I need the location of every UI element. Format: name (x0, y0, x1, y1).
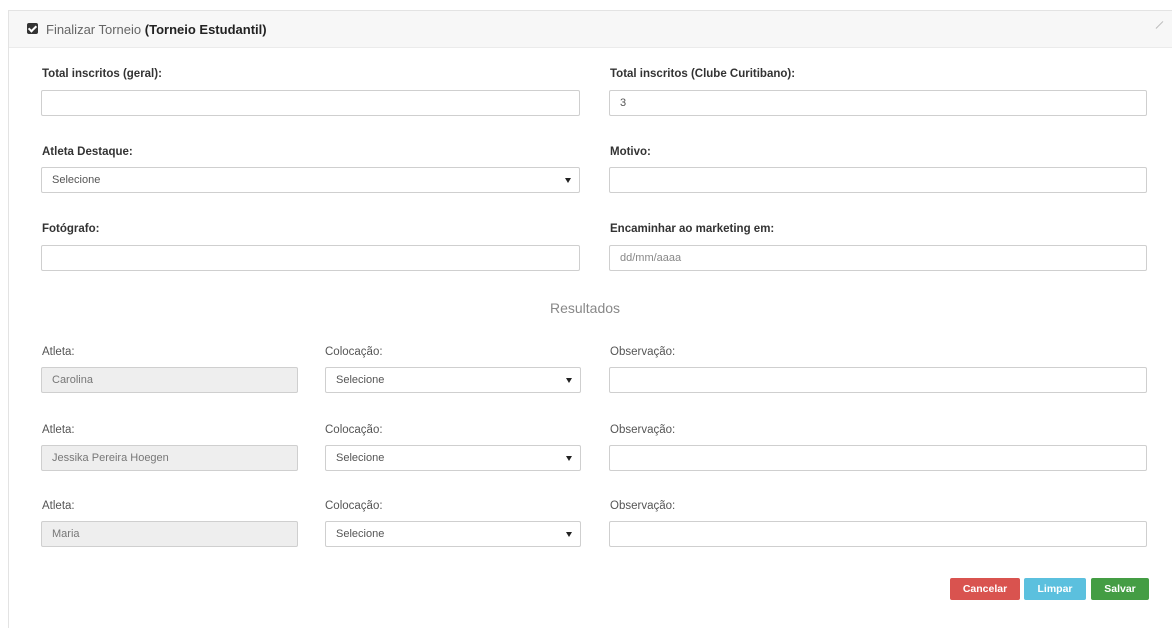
atleta-field: Jessika Pereira Hoegen (41, 445, 298, 471)
marketing-label: Encaminhar ao marketing em: (610, 223, 775, 235)
cancel-button[interactable]: Cancelar (950, 578, 1020, 600)
dropdown-arrow-icon (566, 378, 572, 383)
expand-icon[interactable] (1155, 21, 1171, 36)
panel-title-prefix: Finalizar Torneio (46, 22, 142, 37)
colocacao-label: Colocação: (325, 500, 383, 512)
atleta-label: Atleta: (42, 500, 75, 512)
colocacao-value: Selecione (336, 374, 385, 386)
panel-title-tournament: (Torneio Estudantil) (144, 22, 267, 37)
colocacao-label: Colocação: (325, 424, 383, 436)
colocacao-value: Selecione (336, 452, 385, 464)
results-title: Resultados (550, 300, 621, 316)
atleta-label: Atleta: (42, 346, 75, 358)
total-clube-label: Total inscritos (Clube Curitibano): (610, 68, 796, 80)
colocacao-label: Colocação: (325, 346, 383, 358)
panel-title: Finalizar Torneio (Torneio Estudantil) (46, 22, 267, 37)
atleta-field: Carolina (41, 367, 298, 393)
observacao-label: Observação: (610, 500, 676, 512)
observacao-input[interactable] (609, 521, 1147, 547)
motivo-input[interactable] (609, 167, 1147, 193)
panel-header: Finalizar Torneio (Torneio Estudantil) (9, 11, 1172, 48)
atleta-destaque-value: Selecione (52, 174, 101, 186)
colocacao-value: Selecione (336, 528, 385, 540)
atleta-destaque-select[interactable]: Selecione (41, 167, 580, 193)
motivo-label: Motivo: (610, 146, 651, 158)
observacao-input[interactable] (609, 367, 1147, 393)
clear-button[interactable]: Limpar (1024, 578, 1086, 600)
fotografo-input[interactable] (41, 245, 580, 271)
colocacao-select[interactable]: Selecione (325, 521, 581, 547)
total-clube-input[interactable]: 3 (609, 90, 1147, 116)
dropdown-arrow-icon (565, 178, 571, 183)
marketing-date-input[interactable]: dd/mm/aaaa (609, 245, 1147, 271)
atleta-destaque-label: Atleta Destaque: (42, 146, 133, 158)
observacao-label: Observação: (610, 346, 676, 358)
colocacao-select[interactable]: Selecione (325, 367, 581, 393)
dropdown-arrow-icon (566, 532, 572, 537)
total-geral-input[interactable] (41, 90, 580, 116)
observacao-label: Observação: (610, 424, 676, 436)
atleta-field: Maria (41, 521, 298, 547)
atleta-label: Atleta: (42, 424, 75, 436)
fotografo-label: Fotógrafo: (42, 223, 100, 235)
total-geral-label: Total inscritos (geral): (42, 68, 162, 80)
checkbox-icon (27, 23, 38, 34)
colocacao-select[interactable]: Selecione (325, 445, 581, 471)
save-button[interactable]: Salvar (1091, 578, 1149, 600)
observacao-input[interactable] (609, 445, 1147, 471)
dropdown-arrow-icon (566, 456, 572, 461)
